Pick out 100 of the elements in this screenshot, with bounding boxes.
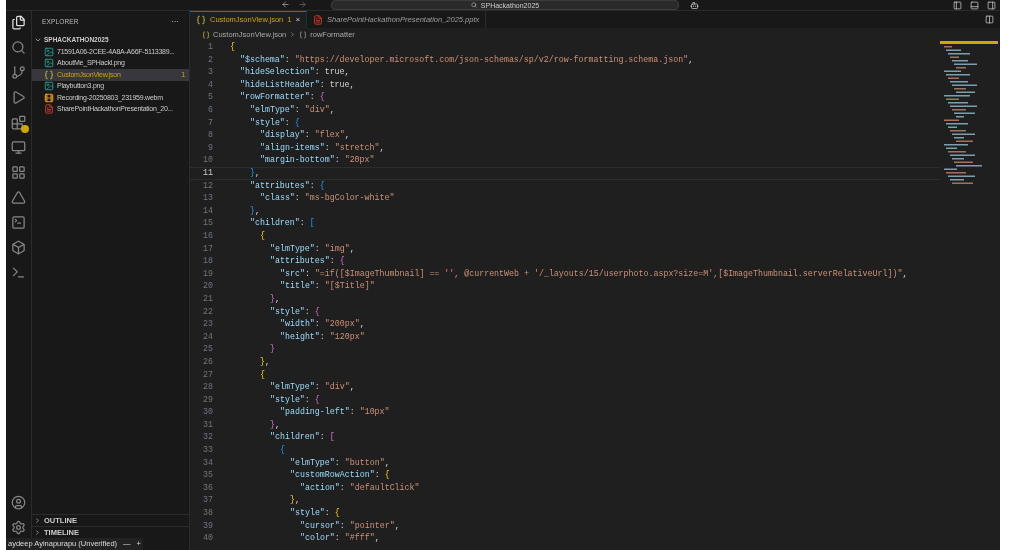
code-line: "display": "flex",	[260, 129, 350, 142]
terminal-icon[interactable]	[11, 215, 26, 230]
line-number: 27	[202, 368, 214, 381]
code-line: "$schema": "https://developer.microsoft.com/json-schemas/sp/v2/row-formatting.schema.json",	[240, 53, 694, 66]
triangle-icon[interactable]	[11, 190, 26, 205]
files-icon[interactable]	[11, 15, 26, 30]
code-line: "action": "defaultClick"	[300, 481, 420, 494]
line-number: 35	[202, 469, 214, 482]
braces-icon	[299, 30, 308, 39]
image-file-icon	[44, 46, 54, 57]
line-number: 14	[202, 204, 214, 217]
back-arrow-icon[interactable]	[281, 0, 290, 9]
code-line: "color": "#fff",	[300, 532, 380, 545]
more-actions-button[interactable]: ···	[171, 16, 179, 28]
chevron-right-icon	[289, 31, 297, 38]
line-number: 22	[202, 305, 214, 318]
code-line: "align-items": "stretch",	[260, 141, 385, 154]
code-line: "elmType": "div",	[270, 381, 355, 394]
code-line: {	[280, 444, 285, 457]
line-number: 21	[202, 292, 214, 305]
line-number: 34	[202, 456, 214, 469]
code-line: "src": "=if([$ImageThumbnail] == '', @currentWeb + '/_layouts/15/userphoto.aspx?size=M',[$ImageThumbnail.serverRelativeUrl])",	[280, 267, 908, 280]
account-icon[interactable]	[11, 495, 26, 510]
code-line: "title": "[$Title]"	[280, 280, 375, 293]
panel-right-icon[interactable]	[987, 1, 996, 10]
line-number: 10	[202, 154, 214, 167]
braces-icon	[44, 69, 54, 80]
warning-badge-icon	[21, 125, 29, 133]
line-number: 39	[202, 519, 214, 532]
line-number: 26	[202, 355, 214, 368]
line-number: 2	[207, 53, 214, 66]
console-icon[interactable]	[11, 265, 26, 280]
extensions-icon[interactable]	[11, 115, 26, 130]
code-line: "attributes": {	[250, 179, 325, 192]
source-control-icon[interactable]	[11, 65, 26, 80]
code-line: "hideListHeader": true,	[240, 78, 355, 91]
line-number: 13	[202, 192, 214, 205]
line-number: 38	[202, 507, 214, 520]
line-number: 29	[202, 393, 214, 406]
line-number: 5	[207, 91, 214, 104]
line-number: 30	[202, 406, 214, 419]
line-number: 18	[202, 255, 214, 268]
line-number: 7	[207, 116, 214, 129]
line-number: 25	[202, 343, 214, 356]
line-number: 24	[202, 330, 214, 343]
line-number: 32	[202, 431, 214, 444]
line-number: 9	[207, 141, 214, 154]
line-number: 4	[207, 78, 214, 91]
line-number: 36	[202, 481, 214, 494]
code-line: "children": [	[270, 431, 335, 444]
code-line: },	[250, 204, 260, 217]
remote-explorer-icon[interactable]	[11, 140, 26, 155]
code-line: },	[290, 494, 300, 507]
code-line: "height": "120px"	[280, 330, 365, 343]
code-line: "class": "ms-bgColor-white"	[260, 192, 395, 205]
image-file-icon	[44, 81, 54, 92]
slides-file-icon	[313, 14, 324, 25]
code-line: "width": "200px",	[280, 318, 365, 331]
line-number: 6	[207, 104, 214, 117]
code-line: },	[270, 418, 280, 431]
code-line: "style": {	[270, 393, 320, 406]
code-line: "style": {	[290, 507, 340, 520]
braces-icon	[196, 15, 206, 25]
run-debug-icon[interactable]	[11, 90, 26, 105]
line-number: 28	[202, 381, 214, 394]
code-line: }	[270, 343, 275, 356]
search-icon[interactable]	[11, 40, 26, 55]
split-editor-icon[interactable]	[985, 15, 994, 24]
code-line: "rowFormatter": {	[240, 91, 325, 104]
slides-file-icon	[44, 104, 54, 115]
line-number: 12	[202, 179, 214, 192]
settings-icon[interactable]	[11, 520, 26, 535]
code-line: "margin-bottom": "20px"	[260, 154, 375, 167]
braces-icon	[202, 30, 210, 39]
code-line: },	[270, 292, 280, 305]
line-number: 17	[202, 242, 214, 255]
search-icon	[470, 2, 477, 8]
code-line: "padding-left": "10px"	[280, 406, 390, 419]
line-number: 19	[202, 267, 214, 280]
line-number: 1	[207, 41, 214, 54]
close-icon[interactable]: ×	[295, 14, 301, 26]
panel-left-icon[interactable]	[953, 1, 962, 10]
line-number: 15	[202, 217, 214, 230]
line-number: 37	[202, 494, 214, 507]
line-number: 3	[207, 66, 214, 79]
line-number: 40	[202, 532, 214, 545]
line-number: 16	[202, 230, 214, 242]
line-number: 31	[202, 418, 214, 431]
code-line: },	[250, 167, 260, 179]
code-line: "style": {	[270, 305, 320, 318]
code-line: "children": [	[250, 217, 315, 230]
box-icon[interactable]	[11, 240, 26, 255]
grid-icon[interactable]	[11, 165, 26, 180]
panel-bottom-icon[interactable]	[970, 1, 979, 10]
code-line: "elmType": "img",	[270, 242, 355, 255]
code-line: "hideSelection": true,	[240, 66, 350, 79]
copilot-icon[interactable]	[690, 1, 699, 10]
line-number: 8	[207, 129, 214, 142]
video-file-icon	[44, 92, 54, 103]
code-line: },	[260, 355, 270, 368]
